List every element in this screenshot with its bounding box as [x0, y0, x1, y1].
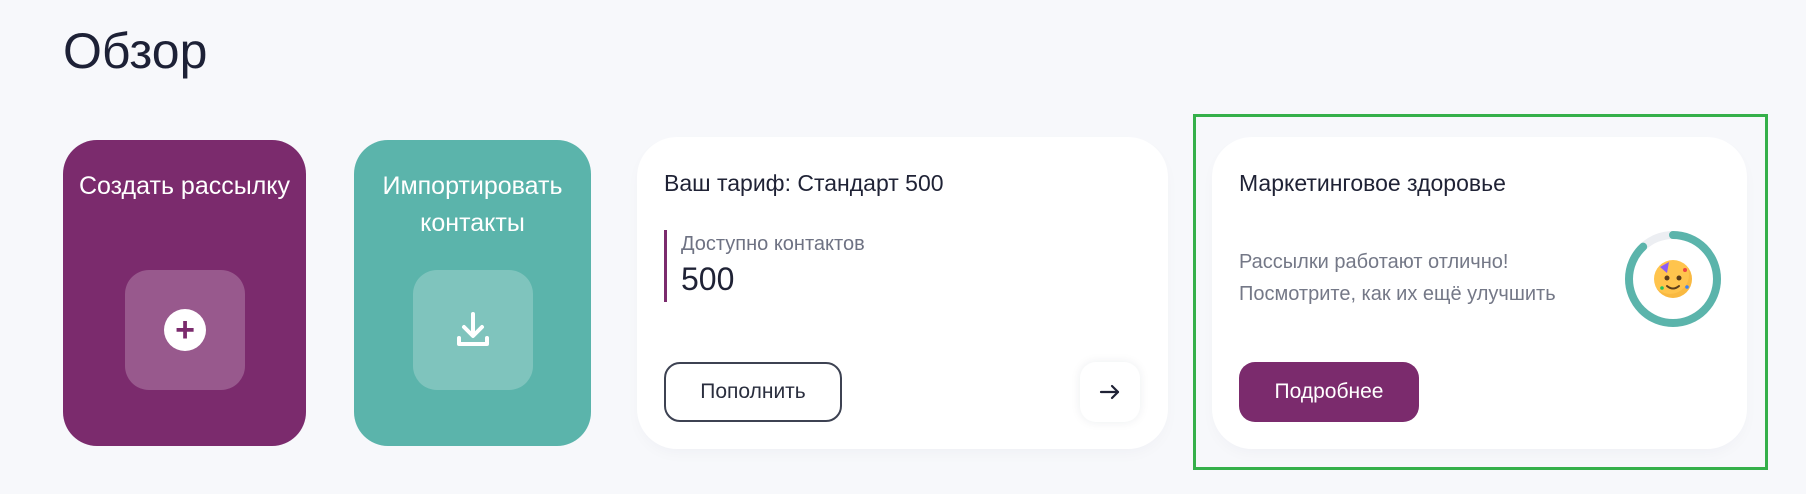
available-contacts-label: Доступно контактов	[681, 233, 865, 255]
plus-circle-icon: +	[164, 309, 206, 351]
create-campaign-card[interactable]: Создать рассылку +	[63, 140, 306, 446]
page-title: Обзор	[63, 23, 208, 79]
highlight-frame	[1193, 114, 1768, 470]
overview-page: Обзор Создать рассылку + Импортировать к…	[0, 0, 1806, 494]
arrow-right-icon	[1099, 384, 1120, 400]
available-contacts-stat: Доступно контактов 500	[664, 230, 865, 302]
tariff-card: Ваш тариф: Стандарт 500 Доступно контакт…	[643, 143, 1162, 443]
topup-button[interactable]: Пополнить	[664, 362, 842, 422]
tariff-title: Ваш тариф: Стандарт 500	[664, 170, 944, 196]
create-campaign-icon-tile[interactable]: +	[125, 270, 245, 390]
import-contacts-label: Импортировать контакты	[382, 172, 563, 237]
create-campaign-label: Создать рассылку	[78, 172, 291, 200]
available-contacts-value: 500	[681, 261, 735, 297]
import-contacts-card[interactable]: Импортировать контакты	[354, 140, 591, 446]
download-icon	[457, 312, 489, 346]
import-contacts-icon-tile[interactable]	[413, 270, 533, 390]
tariff-arrow-button[interactable]	[1080, 362, 1140, 422]
